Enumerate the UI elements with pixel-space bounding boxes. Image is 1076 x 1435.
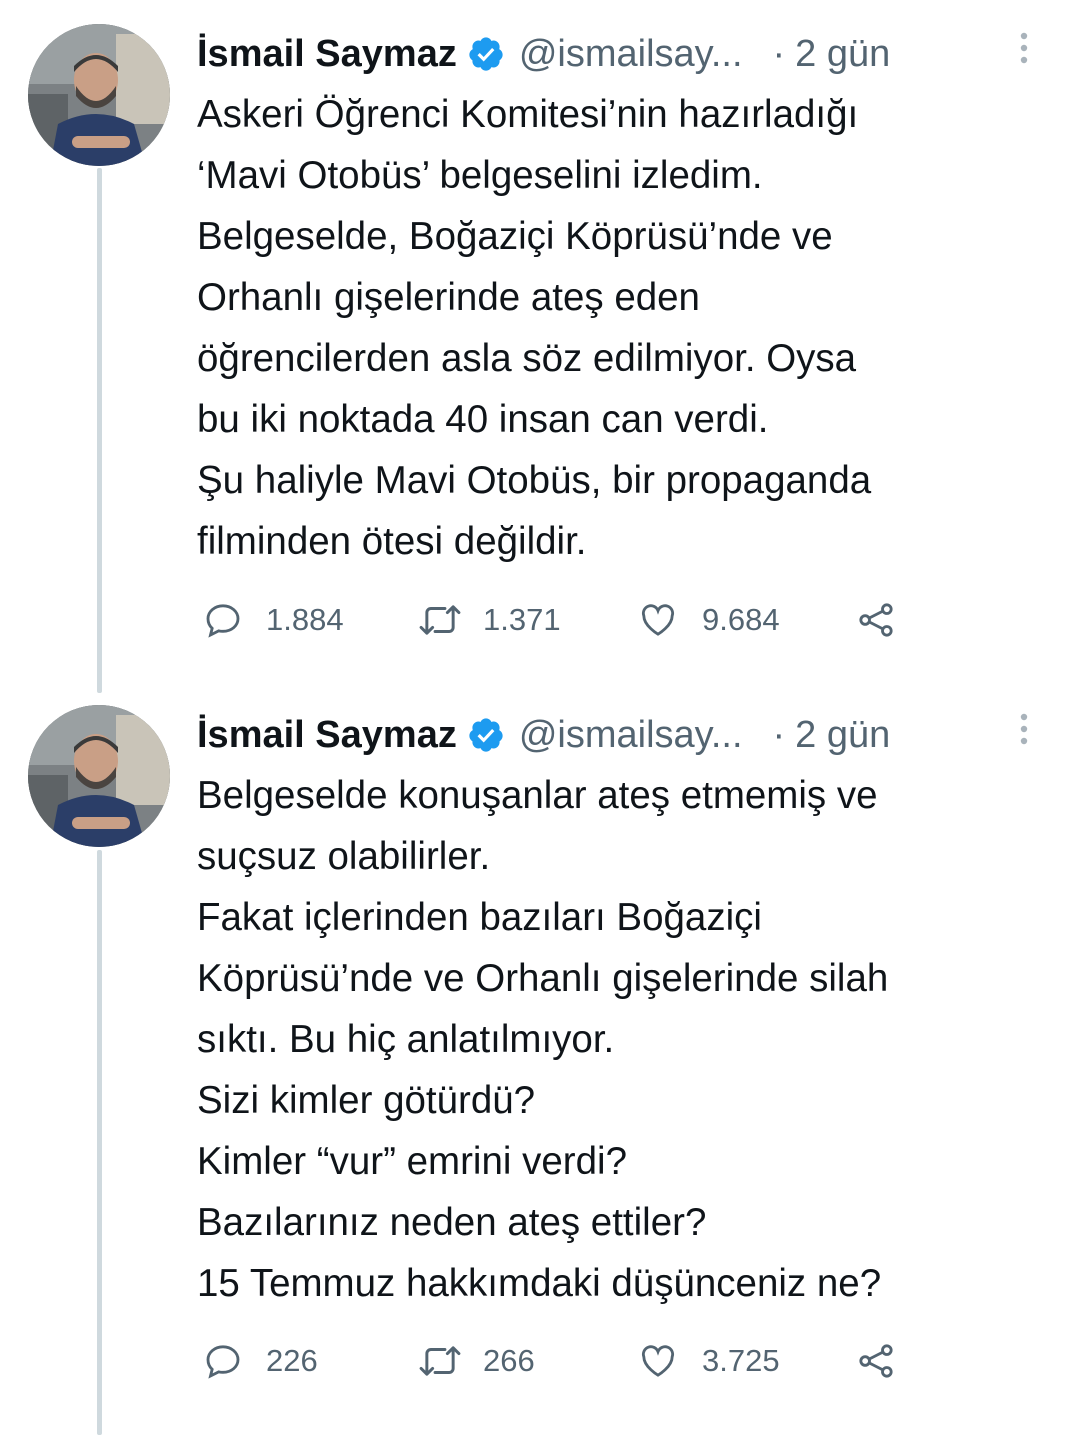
tweet-2[interactable]: İsmail Saymaz @ismailsay... · 2 gün Belg… <box>0 705 1076 1405</box>
retweet-icon <box>419 605 461 635</box>
verified-badge-icon <box>467 35 505 73</box>
author-handle[interactable]: @ismailsay... <box>519 714 743 757</box>
tweet-time[interactable]: 2 gün <box>795 33 890 76</box>
share-icon <box>859 1344 893 1378</box>
like-button[interactable]: 9.684 <box>637 598 780 642</box>
like-icon <box>641 604 675 636</box>
share-button[interactable] <box>855 598 897 642</box>
tweet-time[interactable]: 2 gün <box>795 714 890 757</box>
like-button[interactable]: 3.725 <box>637 1339 780 1383</box>
separator-dot: · <box>772 713 786 756</box>
more-options-icon[interactable] <box>1017 709 1031 749</box>
reply-count: 1.884 <box>266 602 344 637</box>
reply-icon <box>206 1345 240 1379</box>
retweet-button[interactable]: 266 <box>417 1339 535 1383</box>
like-count: 3.725 <box>702 1343 780 1378</box>
author-avatar[interactable] <box>28 705 170 847</box>
tweet-actions: 226 266 3.725 <box>197 1339 917 1383</box>
author-name[interactable]: İsmail Saymaz <box>197 714 457 757</box>
retweet-count: 266 <box>483 1343 535 1378</box>
retweet-icon <box>419 1346 461 1376</box>
share-button[interactable] <box>855 1339 897 1383</box>
tweet-1[interactable]: İsmail Saymaz @ismailsay... · 2 gün Aske… <box>0 24 1076 664</box>
retweet-button[interactable]: 1.371 <box>417 598 561 642</box>
separator-dot: · <box>772 32 786 75</box>
reply-button[interactable]: 1.884 <box>203 598 344 642</box>
reply-icon <box>206 604 240 638</box>
tweet-actions: 1.884 1.371 9.684 <box>197 598 917 642</box>
tweet-header: İsmail Saymaz @ismailsay... · 2 gün <box>197 24 1047 84</box>
tweet-header: İsmail Saymaz @ismailsay... · 2 gün <box>197 705 1047 765</box>
tweet-text: Belgeselde konuşanlar ateş etmemiş ve su… <box>197 774 889 1305</box>
author-handle[interactable]: @ismailsay... <box>519 33 743 76</box>
author-avatar[interactable] <box>28 24 170 166</box>
author-name[interactable]: İsmail Saymaz <box>197 33 457 76</box>
more-options-icon[interactable] <box>1017 28 1031 68</box>
reply-button[interactable]: 226 <box>203 1339 318 1383</box>
tweet-text: Askeri Öğrenci Komitesi’nin hazırladığı … <box>197 93 872 563</box>
retweet-count: 1.371 <box>483 602 561 637</box>
like-icon <box>641 1345 675 1377</box>
like-count: 9.684 <box>702 602 780 637</box>
verified-badge-icon <box>467 716 505 754</box>
reply-count: 226 <box>266 1343 318 1378</box>
share-icon <box>859 603 893 637</box>
